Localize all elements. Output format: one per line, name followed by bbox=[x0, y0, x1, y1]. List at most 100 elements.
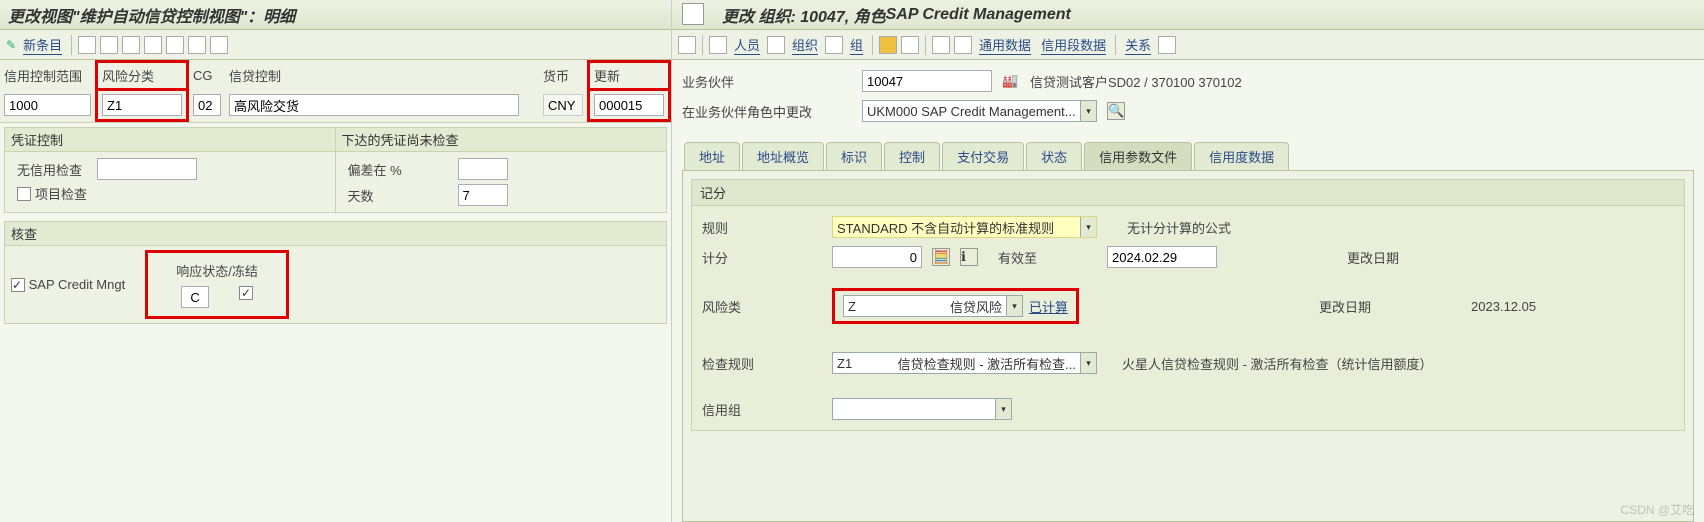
tab-status[interactable]: 状态 bbox=[1026, 142, 1082, 170]
tab-credit-limit[interactable]: 信用度数据 bbox=[1194, 142, 1289, 170]
days-field[interactable] bbox=[458, 184, 508, 206]
relations-icon[interactable] bbox=[1158, 36, 1176, 54]
doc-control-hdr: 凭证控制 bbox=[5, 128, 336, 152]
check-rule-dropdown[interactable]: Z1 信贷检查规则 - 激活所有检查... ▾ bbox=[832, 352, 1097, 374]
risk-dropdown[interactable]: Z 信贷风险 ▾ bbox=[843, 295, 1023, 317]
val-update[interactable] bbox=[594, 94, 664, 116]
left-toolbar: ✎ 新条目 bbox=[0, 30, 671, 60]
item-check-checkbox[interactable] bbox=[17, 187, 31, 201]
person-link[interactable]: 人员 bbox=[734, 35, 760, 55]
check-rule-full: 火星人信贷检查规则 - 激活所有检查（统计信用额度） bbox=[1122, 354, 1433, 373]
item-check-label: 项目检查 bbox=[35, 184, 87, 203]
check-group: 核查 SAP Credit Mngt 响应状态/冻结 bbox=[4, 221, 667, 324]
tab-address[interactable]: 地址 bbox=[684, 142, 740, 170]
chevron-down-icon: ▾ bbox=[1080, 217, 1096, 237]
hdr-update: 更新 bbox=[594, 69, 620, 84]
person-new-icon[interactable] bbox=[709, 36, 727, 54]
val-credit-ctrl-area[interactable] bbox=[4, 94, 91, 116]
credit-group-dropdown[interactable]: ▾ bbox=[832, 398, 1012, 420]
group-new-icon[interactable] bbox=[825, 36, 843, 54]
risk-label: 风险类 bbox=[702, 297, 822, 316]
val-currency bbox=[543, 94, 583, 116]
hierarchy-icon[interactable] bbox=[954, 36, 972, 54]
right-title: 更改 组织: 10047, 角色 SAP Credit Management bbox=[672, 0, 1704, 30]
delete-icon[interactable] bbox=[100, 36, 118, 54]
hdr-currency: 货币 bbox=[543, 69, 569, 84]
bp-label: 业务伙伴 bbox=[682, 72, 852, 91]
save-icon[interactable] bbox=[144, 36, 162, 54]
general-data-link[interactable]: 通用数据 bbox=[979, 35, 1031, 55]
doc-control-group: 凭证控制 下达的凭证尚未检查 无信用检查 项目检查 偏差在 % 天数 bbox=[4, 127, 667, 213]
no-credit-check-field[interactable] bbox=[97, 158, 197, 180]
right-title-a: 更改 组织: 10047, 角色 bbox=[722, 3, 886, 27]
response-title: 响应状态/冻结 bbox=[176, 261, 258, 280]
tab-control[interactable]: 控制 bbox=[884, 142, 940, 170]
left-pane: 更改视图"维护自动信贷控制视图"：明细 ✎ 新条目 信用控制范围 风险分类 CG… bbox=[0, 0, 672, 522]
sap-credit-mngt-checkbox[interactable] bbox=[11, 278, 25, 292]
calc-icon[interactable]: 🧮 bbox=[932, 248, 950, 266]
chevron-down-icon: ▾ bbox=[995, 399, 1011, 419]
relations-link[interactable]: 关系 bbox=[1125, 35, 1151, 55]
role-dropdown[interactable]: UKM000 SAP Credit Management... ▾ bbox=[862, 100, 1097, 122]
scoring-group: 记分 规则 STANDARD 不含自动计算的标准规则 ▾ 无计分计算的公式 计分… bbox=[691, 179, 1685, 431]
print-icon[interactable] bbox=[188, 36, 206, 54]
role-label: 在业务伙伴角色中更改 bbox=[682, 102, 852, 121]
toggle-icon[interactable] bbox=[678, 36, 696, 54]
transport-icon[interactable] bbox=[166, 36, 184, 54]
no-credit-check-label: 无信用检查 bbox=[17, 160, 97, 179]
left-title: 更改视图"维护自动信贷控制视图"：明细 bbox=[0, 0, 671, 30]
right-pane: 更改 组织: 10047, 角色 SAP Credit Management 人… bbox=[672, 0, 1704, 522]
hdr-credit-ctrl-area: 信用控制范围 bbox=[4, 69, 82, 84]
check-rule-label: 检查规则 bbox=[702, 354, 822, 373]
bp-desc: 信贷测试客户SD02 / 370100 370102 bbox=[1030, 72, 1242, 91]
factory-icon: 🏭 bbox=[1002, 73, 1020, 89]
deviation-field[interactable] bbox=[458, 158, 508, 180]
days-label: 天数 bbox=[348, 186, 458, 205]
valid-to-field[interactable] bbox=[1107, 246, 1217, 268]
rule-value: STANDARD 不含自动计算的标准规则 bbox=[833, 218, 1080, 237]
group-link[interactable]: 组 bbox=[850, 35, 863, 55]
computed-link[interactable]: 已计算 bbox=[1029, 297, 1068, 316]
bp-field[interactable] bbox=[862, 70, 992, 92]
rule-dropdown[interactable]: STANDARD 不含自动计算的标准规则 ▾ bbox=[832, 216, 1097, 238]
credit-segment-link[interactable]: 信用段数据 bbox=[1041, 35, 1106, 55]
tab-address-overview[interactable]: 地址概览 bbox=[742, 142, 824, 170]
changed-on2-val: 2023.12.05 bbox=[1471, 299, 1536, 314]
score-field[interactable] bbox=[832, 246, 922, 268]
tab-payment[interactable]: 支付交易 bbox=[942, 142, 1024, 170]
scoring-hdr: 记分 bbox=[692, 180, 1684, 206]
role-dropdown-value: UKM000 SAP Credit Management... bbox=[863, 104, 1080, 119]
new-entry-link[interactable]: 新条目 bbox=[23, 35, 62, 55]
unreleased-hdr: 下达的凭证尚未检查 bbox=[336, 128, 667, 152]
org-new-icon[interactable] bbox=[767, 36, 785, 54]
chevron-down-icon: ▾ bbox=[1006, 296, 1022, 316]
changed-on1-label: 更改日期 bbox=[1347, 248, 1399, 267]
org-link[interactable]: 组织 bbox=[792, 35, 818, 55]
role-search-icon[interactable]: 🔍 bbox=[1107, 102, 1125, 120]
response-field[interactable] bbox=[181, 286, 209, 308]
val-risk-class[interactable] bbox=[102, 94, 182, 116]
deviation-label: 偏差在 % bbox=[348, 160, 458, 179]
check-icon[interactable] bbox=[932, 36, 950, 54]
changed-on2-label: 更改日期 bbox=[1319, 297, 1371, 316]
val-credit-ctrl[interactable] bbox=[229, 94, 519, 116]
bp-form: 业务伙伴 🏭 信贷测试客户SD02 / 370100 370102 在业务伙伴角… bbox=[672, 60, 1704, 132]
risk-desc: 信贷风险 bbox=[864, 297, 1006, 316]
open-folder-icon[interactable] bbox=[879, 36, 897, 54]
display-change-icon[interactable] bbox=[901, 36, 919, 54]
info-icon[interactable]: ℹ bbox=[960, 248, 978, 266]
tab-identification[interactable]: 标识 bbox=[826, 142, 882, 170]
copy-icon[interactable] bbox=[78, 36, 96, 54]
freeze-checkbox[interactable] bbox=[239, 286, 253, 300]
sap-credit-mngt-label: SAP Credit Mngt bbox=[29, 277, 126, 292]
check-rule-desc: 信贷检查规则 - 激活所有检查... bbox=[861, 354, 1080, 373]
tab-credit-profile[interactable]: 信用参数文件 bbox=[1084, 142, 1192, 170]
watermark: CSDN @艾吃 bbox=[1620, 501, 1694, 518]
chevron-down-icon: ▾ bbox=[1080, 353, 1096, 373]
hdr-credit-ctrl: 信贷控制 bbox=[229, 69, 281, 84]
undo-icon[interactable] bbox=[122, 36, 140, 54]
formula-label: 无计分计算的公式 bbox=[1127, 218, 1231, 237]
display-icon[interactable] bbox=[210, 36, 228, 54]
val-cg[interactable] bbox=[193, 94, 221, 116]
check-hdr: 核查 bbox=[5, 222, 666, 246]
